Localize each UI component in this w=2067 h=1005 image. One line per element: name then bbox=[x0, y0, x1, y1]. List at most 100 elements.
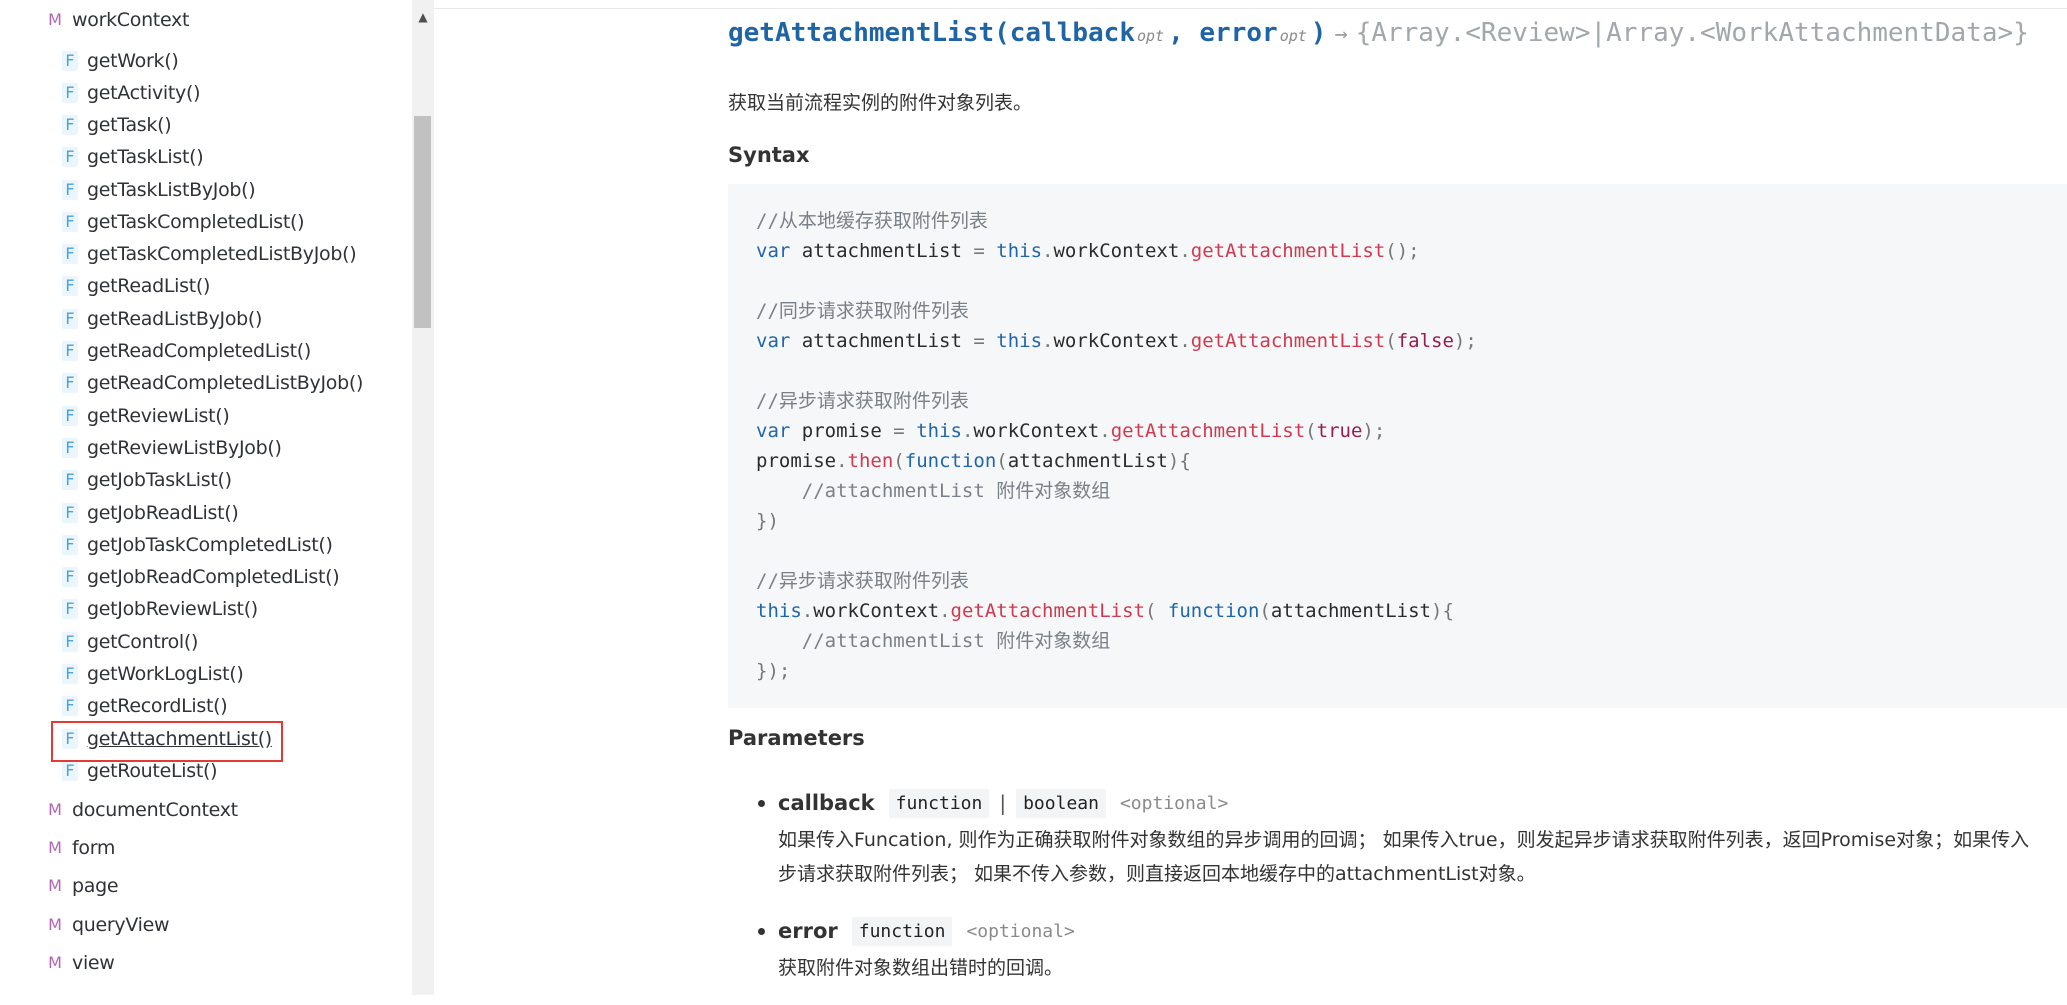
function-badge-icon: F bbox=[62, 309, 78, 329]
module-badge-icon: M bbox=[48, 915, 62, 934]
code-line: }) bbox=[756, 506, 1477, 536]
function-badge-icon: F bbox=[62, 438, 78, 458]
code-token: function bbox=[904, 450, 997, 472]
code-token: var bbox=[756, 330, 791, 352]
sidebar-item-label: queryView bbox=[72, 914, 170, 936]
sidebar-item-form[interactable]: Mform bbox=[47, 832, 115, 864]
scroll-up-arrow-icon[interactable]: ▲ bbox=[412, 6, 434, 28]
sidebar-item-label: getRouteList() bbox=[87, 760, 218, 782]
code-token: //attachmentList 附件对象数组 bbox=[801, 480, 1111, 502]
code-token: workContext bbox=[813, 600, 940, 622]
sidebar-item-get-task[interactable]: FgetTask() bbox=[62, 109, 172, 141]
code-token: ( bbox=[1259, 600, 1271, 622]
code-token: ( bbox=[893, 450, 905, 472]
sidebar-item-get-task-list-by-job[interactable]: FgetTaskListByJob() bbox=[62, 174, 256, 206]
bullet-icon bbox=[758, 927, 765, 935]
sidebar-item-get-job-review-list[interactable]: FgetJobReviewList() bbox=[62, 593, 258, 625]
sidebar-item-view[interactable]: Mview bbox=[47, 947, 115, 979]
sidebar-scrollbar[interactable]: ▲ bbox=[412, 0, 434, 995]
sidebar-item-get-record-list[interactable]: FgetRecordList() bbox=[62, 690, 228, 722]
code-token: this bbox=[996, 240, 1043, 262]
sidebar-item-label: getJobReviewList() bbox=[87, 598, 258, 620]
sidebar-item-label: getJobReadCompletedList() bbox=[87, 566, 340, 588]
sidebar-item-query-view[interactable]: MqueryView bbox=[47, 909, 169, 941]
function-badge-icon: F bbox=[62, 535, 78, 555]
code-token: = bbox=[973, 240, 985, 262]
code-line: var attachmentList = this.workContext.ge… bbox=[756, 326, 1477, 356]
code-token: //异步请求获取附件列表 bbox=[756, 570, 969, 592]
code-token: function bbox=[1167, 600, 1260, 622]
code-token: . bbox=[939, 600, 951, 622]
code-line: }); bbox=[756, 656, 1477, 686]
param-name: callback bbox=[778, 791, 875, 815]
code-token: . bbox=[801, 600, 814, 622]
optional-tag: <optional> bbox=[966, 920, 1075, 942]
sidebar-item-get-work-log-list[interactable]: FgetWorkLogList() bbox=[62, 658, 244, 690]
code-token: //从本地缓存获取附件列表 bbox=[756, 210, 988, 232]
param-description: 如果传入Funcation, 则作为正确获取附件对象数组的异步调用的回调； 如果… bbox=[778, 823, 2067, 891]
sidebar-item-document-context[interactable]: MdocumentContext bbox=[47, 794, 238, 826]
sidebar-item-get-task-completed-list-by-job[interactable]: FgetTaskCompletedListByJob() bbox=[62, 238, 357, 270]
signature-param-error: error bbox=[1199, 18, 1278, 48]
module-badge-icon: M bbox=[48, 953, 62, 972]
sidebar-item-get-read-completed-list-by-job[interactable]: FgetReadCompletedListByJob() bbox=[62, 367, 363, 399]
function-badge-icon: F bbox=[62, 115, 78, 135]
function-badge-icon: F bbox=[62, 632, 78, 652]
signature-sep: , bbox=[1168, 18, 1200, 48]
return-arrow-icon: → bbox=[1334, 22, 1348, 47]
sidebar-item-get-read-completed-list[interactable]: FgetReadCompletedList() bbox=[62, 335, 311, 367]
code-token: //同步请求获取附件列表 bbox=[756, 300, 969, 322]
description-line: 获取附件对象数组出错时的回调。 bbox=[778, 957, 1064, 979]
sidebar-item-get-review-list[interactable]: FgetReviewList() bbox=[62, 400, 230, 432]
sidebar-item-label: getControl() bbox=[87, 631, 199, 653]
sidebar-item-get-read-list-by-job[interactable]: FgetReadListByJob() bbox=[62, 303, 262, 335]
code-token: //attachmentList 附件对象数组 bbox=[801, 630, 1111, 652]
signature-return-type: {Array.<Review>|Array.<WorkAttachmentDat… bbox=[1355, 18, 2029, 48]
optional-tag: <optional> bbox=[1119, 792, 1229, 814]
scrollbar-thumb[interactable] bbox=[414, 116, 431, 328]
sidebar-item-get-task-list[interactable]: FgetTaskList() bbox=[62, 141, 204, 173]
sidebar-item-get-job-read-list[interactable]: FgetJobReadList() bbox=[62, 497, 239, 529]
code-token: promise bbox=[790, 420, 894, 442]
sidebar-item-label: getJobTaskList() bbox=[87, 469, 232, 491]
sidebar-item-label: getTaskListByJob() bbox=[87, 179, 256, 201]
sidebar-item-page[interactable]: Mpage bbox=[47, 870, 118, 902]
sidebar-item-get-job-task-completed-list[interactable]: FgetJobTaskCompletedList() bbox=[62, 529, 333, 561]
function-badge-icon: F bbox=[62, 664, 78, 684]
code-token: ); bbox=[1362, 420, 1386, 442]
code-token: attachmentList bbox=[1007, 450, 1168, 472]
sidebar-item-label: getTaskList() bbox=[87, 146, 204, 168]
code-token: ( bbox=[1385, 330, 1397, 352]
description-line: 如果传入Funcation, 则作为正确获取附件对象数组的异步调用的回调； 如果… bbox=[778, 829, 2030, 851]
type-separator: | bbox=[999, 791, 1007, 815]
sidebar-item-get-task-completed-list[interactable]: FgetTaskCompletedList() bbox=[62, 206, 305, 238]
param-header: callback function | boolean <optional> bbox=[728, 783, 2067, 823]
doc-content: getAttachmentList(callback opt, error opt)… bbox=[434, 8, 2067, 995]
code-token: . bbox=[836, 450, 848, 472]
api-nav-sidebar: MworkContext FgetWork() FgetActivity() Fget… bbox=[0, 0, 434, 995]
sidebar-item-get-job-task-list[interactable]: FgetJobTaskList() bbox=[62, 464, 232, 496]
sidebar-item-get-activity[interactable]: FgetActivity() bbox=[62, 77, 200, 109]
code-token: = bbox=[893, 420, 905, 442]
sidebar-item-label: view bbox=[72, 952, 115, 974]
sidebar-item-work-context[interactable]: MworkContext bbox=[47, 4, 189, 36]
param-type: function bbox=[851, 916, 953, 946]
code-line: this.workContext.getAttachmentList( func… bbox=[756, 596, 1477, 626]
code-token: true bbox=[1316, 420, 1363, 442]
code-token: false bbox=[1396, 330, 1454, 352]
sidebar-item-get-job-read-completed-list[interactable]: FgetJobReadCompletedList() bbox=[62, 561, 340, 593]
sidebar-item-label: getReadList() bbox=[87, 275, 211, 297]
sidebar-item-get-control[interactable]: FgetControl() bbox=[62, 626, 198, 658]
sidebar-item-get-review-list-by-job[interactable]: FgetReviewListByJob() bbox=[62, 432, 282, 464]
code-token: . bbox=[1042, 330, 1054, 352]
sidebar-item-get-work[interactable]: FgetWork() bbox=[62, 45, 179, 77]
sidebar-item-label: workContext bbox=[72, 9, 190, 31]
code-token: this bbox=[996, 330, 1043, 352]
sidebar-item-get-read-list[interactable]: FgetReadList() bbox=[62, 270, 210, 302]
code-line: //attachmentList 附件对象数组 bbox=[756, 476, 1477, 506]
code-token: getAttachmentList bbox=[1110, 420, 1306, 442]
code-token: workContext bbox=[1053, 330, 1180, 352]
